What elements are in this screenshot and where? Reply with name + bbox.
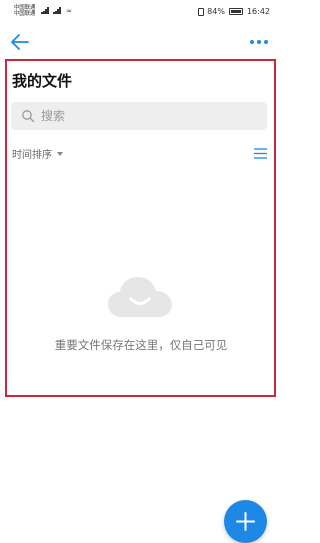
sort-dropdown[interactable]: 时间排序: [12, 146, 63, 161]
status-bar: 中国联通 中国联通 ≈ 84% 16:42: [0, 0, 282, 24]
carrier-info: 中国联通 中国联通: [14, 5, 35, 17]
page-title: 我的文件: [12, 72, 73, 90]
signal-icon: [53, 7, 61, 14]
vibrate-icon: [198, 7, 205, 16]
signal-strength: [41, 7, 63, 16]
more-options-icon[interactable]: [248, 38, 270, 46]
sort-label: 时间排序: [12, 150, 52, 161]
signal-icon: [41, 7, 49, 14]
search-icon: [22, 110, 35, 123]
empty-state-message: 重要文件保存在这里，仅自己可见: [54, 338, 228, 352]
battery-icon: [228, 8, 243, 15]
status-right: 84% 16:42: [198, 7, 270, 16]
plus-icon: [236, 512, 255, 531]
list-view-icon[interactable]: [254, 148, 267, 159]
caret-down-icon: [57, 151, 63, 156]
clock: 16:42: [246, 7, 270, 16]
carrier-name-2: 中国联通: [14, 11, 36, 17]
cloud-smile-icon: [108, 277, 172, 317]
search-box[interactable]: [11, 102, 267, 130]
network-icon: ≈: [66, 7, 72, 15]
search-input[interactable]: [41, 102, 251, 130]
back-arrow-icon[interactable]: [10, 33, 30, 51]
battery-percent: 84%: [207, 7, 225, 16]
add-file-button[interactable]: [224, 500, 267, 543]
